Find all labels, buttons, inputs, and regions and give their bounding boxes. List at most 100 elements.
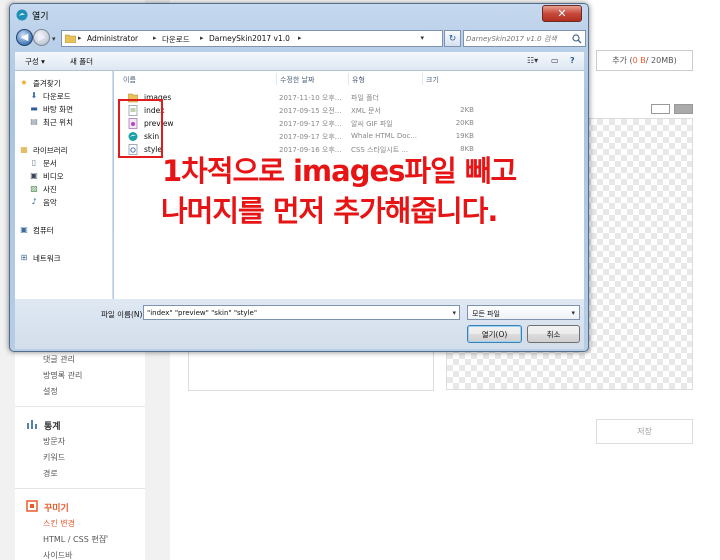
preview-pane-icon[interactable]: ▭ <box>551 56 559 65</box>
library-icon: ▦ <box>20 145 28 154</box>
refresh-button[interactable]: ↻ <box>444 30 461 47</box>
file-date: 2017-11-10 오후... <box>279 94 342 102</box>
folder-icon <box>65 34 76 43</box>
filename-input[interactable]: "index" "preview" "skin" "style" ▾ <box>143 305 460 320</box>
nav-item-label: 다운로드 <box>43 91 71 101</box>
dialog-toolbar: 구성 ▾ 새 폴더 ☷▾ ▭ ? <box>15 52 584 71</box>
file-type: 알씨 GIF 파일 <box>351 120 393 128</box>
filename-label: 파일 이름(N): <box>101 310 145 319</box>
nav-item-desktop[interactable]: ▬ 바탕 화면 <box>29 103 73 115</box>
column-divider[interactable] <box>422 73 423 85</box>
nav-item-computer[interactable]: ▣ 컴퓨터 <box>19 224 54 236</box>
nav-item-documents[interactable]: ▯ 문서 <box>29 157 57 169</box>
nav-item-label: 라이브러리 <box>33 145 68 155</box>
nav-item-music[interactable]: ♪ 음악 <box>29 196 57 208</box>
arrow-right-icon: ▶ <box>37 31 46 43</box>
nav-item-label: 바탕 화면 <box>43 104 73 114</box>
sidebar-link-sidebar[interactable]: 사이드바 <box>43 550 72 560</box>
desktop-icon: ▬ <box>30 104 38 113</box>
sidebar-link-settings[interactable]: 설정 <box>43 386 58 397</box>
column-header-size[interactable]: 크기 <box>426 75 439 85</box>
dialog-titlebar[interactable]: 열기 ✕ <box>10 4 588 26</box>
search-box[interactable] <box>463 30 586 47</box>
address-bar[interactable]: ▸ Administrator ▸ 다운로드 ▸ DarneySkin2017 … <box>61 30 443 47</box>
forward-button[interactable]: ▶ <box>33 29 50 46</box>
file-row-index[interactable]: index 2017-09-15 오전... XML 문서 2KB <box>114 104 584 117</box>
add-file-button[interactable]: 추가 (0 B / 20MB) <box>596 50 693 71</box>
breadcrumb-separator[interactable]: ▸ <box>153 34 157 42</box>
breadcrumb-separator[interactable]: ▸ <box>200 34 204 42</box>
file-list-box <box>188 346 434 391</box>
sidebar-link-guestbook[interactable]: 방명록 관리 <box>43 370 82 381</box>
chevron-down-icon[interactable]: ▾ <box>452 309 456 317</box>
column-divider[interactable] <box>276 73 277 85</box>
filename-value: "index" "preview" "skin" "style" <box>147 309 258 317</box>
new-folder-button[interactable]: 새 폴더 <box>70 56 93 67</box>
stats-icon <box>27 420 37 429</box>
computer-icon: ▣ <box>20 225 28 234</box>
column-header-date[interactable]: 수정한 날짜 <box>280 75 314 85</box>
refresh-icon: ↻ <box>448 33 457 44</box>
file-row-preview[interactable]: preview 2017-09-17 오후... 알씨 GIF 파일 20KB <box>114 117 584 130</box>
nav-item-recent-places[interactable]: ▤ 최근 위치 <box>29 116 73 128</box>
add-button-prefix: 추가 ( <box>612 56 633 65</box>
video-icon: ▣ <box>30 171 38 180</box>
sidebar-section-decorate[interactable]: 꾸미기 <box>44 501 69 514</box>
breadcrumb-separator[interactable]: ▸ <box>298 34 302 42</box>
view-options-icon[interactable]: ☷▾ <box>527 56 538 65</box>
save-button[interactable]: 저장 <box>596 419 693 444</box>
breadcrumb-current-folder[interactable]: DarneySkin2017 v1.0 <box>209 34 290 43</box>
annotation-line-2: 나머지를 먼저 추가해줍니다. <box>161 194 498 228</box>
navigation-pane: ★ 즐겨찾기 ⬇ 다운로드 ▬ 바탕 화면 ▤ 최근 위치 ▦ 라이브러리 ▯ … <box>15 71 113 299</box>
column-header-name[interactable]: 이름 <box>123 75 136 85</box>
breadcrumb-downloads[interactable]: 다운로드 <box>162 34 190 45</box>
filetype-value: 모든 파일 <box>472 310 500 318</box>
nav-item-pictures[interactable]: ▨ 사진 <box>29 183 57 195</box>
nav-item-label: 음악 <box>43 197 57 207</box>
dialog-footer: 파일 이름(N): "index" "preview" "skin" "styl… <box>15 299 584 349</box>
nav-item-videos[interactable]: ▣ 비디오 <box>29 170 63 182</box>
recent-locations-dropdown-icon[interactable]: ▾ <box>52 35 56 43</box>
filetype-select[interactable]: 모든 파일 ▾ <box>467 305 580 320</box>
file-date: 2017-09-15 오전... <box>279 107 342 115</box>
view-toggle-light[interactable] <box>651 104 670 114</box>
close-button[interactable]: ✕ <box>542 5 582 22</box>
nav-item-network[interactable]: ⊞ 네트워크 <box>19 252 61 264</box>
sidebar-link-visitors[interactable]: 방문자 <box>43 436 65 447</box>
sidebar-link-referrers[interactable]: 경로 <box>43 468 58 479</box>
column-divider[interactable] <box>348 73 349 85</box>
sidebar-link-comments[interactable]: 댓글 관리 <box>43 354 75 365</box>
column-header-type[interactable]: 유형 <box>352 75 365 85</box>
organize-button[interactable]: 구성 ▾ <box>25 56 45 67</box>
nav-item-favorites[interactable]: ★ 즐겨찾기 <box>19 77 60 89</box>
nav-item-label: 컴퓨터 <box>33 225 54 235</box>
annotation-line-1: 1차적으로 images파일 빼고 <box>162 154 517 188</box>
external-link-icon: ↗ <box>102 533 109 542</box>
sidebar-link-skin-change[interactable]: 스킨 변경 <box>43 518 75 529</box>
breadcrumb-separator[interactable]: ▸ <box>78 34 82 42</box>
navigation-row: ◀ ▶ ▾ ▸ Administrator ▸ 다운로드 ▸ DarneySki… <box>10 26 588 52</box>
add-button-suffix: / 20MB) <box>645 56 677 65</box>
sidebar-link-html-css-edit[interactable]: HTML / CSS 편집 <box>43 534 106 545</box>
open-button[interactable]: 열기(O) <box>467 325 522 343</box>
sidebar-link-keywords[interactable]: 키워드 <box>43 452 65 463</box>
file-type: 파일 폴더 <box>351 94 379 102</box>
search-input[interactable] <box>466 32 570 45</box>
file-size: 19KB <box>455 132 474 140</box>
nav-item-downloads[interactable]: ⬇ 다운로드 <box>29 90 71 102</box>
view-toggle-dark[interactable] <box>674 104 693 114</box>
chevron-down-icon[interactable]: ▾ <box>420 34 424 42</box>
sidebar-divider <box>15 406 145 407</box>
breadcrumb-administrator[interactable]: Administrator <box>87 34 138 43</box>
file-date: 2017-09-17 오후... <box>279 133 342 141</box>
help-icon[interactable]: ? <box>570 56 575 65</box>
file-row-images[interactable]: images 2017-11-10 오후... 파일 폴더 <box>114 91 584 104</box>
file-row-skin[interactable]: skin 2017-09-17 오후... Whale HTML Doc... … <box>114 130 584 143</box>
nav-item-libraries[interactable]: ▦ 라이브러리 <box>19 144 68 156</box>
cancel-button[interactable]: 취소 <box>527 325 580 343</box>
sidebar-section-stats[interactable]: 통계 <box>44 419 61 432</box>
search-icon[interactable] <box>572 34 582 44</box>
back-button[interactable]: ◀ <box>16 29 33 46</box>
document-icon: ▯ <box>31 158 37 167</box>
network-icon: ⊞ <box>20 253 28 262</box>
